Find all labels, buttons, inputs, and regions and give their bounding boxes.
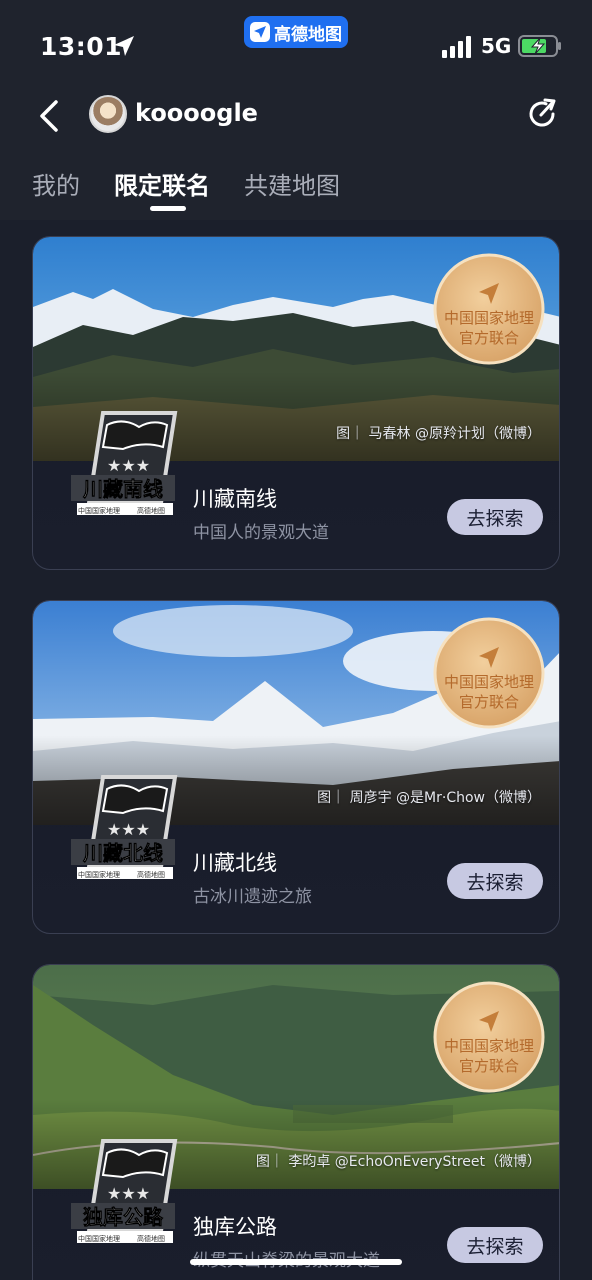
share-refresh-icon[interactable] <box>524 96 560 132</box>
seal-line-2: 官方联合 <box>459 1057 519 1075</box>
route-badge: ★★★ 独库公路 中国国家地理 高德地图 <box>71 1139 178 1243</box>
app-indicator-label: 高德地图 <box>274 24 342 45</box>
seal-line-2: 官方联合 <box>459 329 519 347</box>
route-subtitle: 古冰川遗迹之旅 <box>193 887 312 907</box>
seal-line-1: 中国国家地理 <box>444 673 534 691</box>
route-badge: ★★★ 川藏南线 中国国家地理 高德地图 <box>71 411 178 515</box>
badge-title: 独库公路 <box>83 1205 164 1229</box>
route-title: 独库公路 <box>193 1215 277 1239</box>
app-indicator-pill[interactable]: 高德地图 <box>244 16 348 48</box>
battery-charging-icon <box>518 35 561 57</box>
status-bar: 13:01 高德地图 5G <box>0 0 592 90</box>
badge-footer-right: 高德地图 <box>137 870 165 879</box>
national-geographic-seal: 中国国家地理 官方联合 <box>433 253 545 365</box>
status-time: 13:01 <box>40 32 123 61</box>
nav-bar: koooogle 我的 限定联名 共建地图 <box>0 90 592 220</box>
badge-title: 川藏北线 <box>82 841 163 865</box>
photo-credit: 图｜ 李昀卓 @EchoOnEveryStreet（微博） <box>255 1154 541 1170</box>
badge-footer-right: 高德地图 <box>137 1234 165 1243</box>
route-badge: ★★★ 川藏北线 中国国家地理 高德地图 <box>71 775 178 879</box>
chevron-left-icon[interactable] <box>36 98 64 134</box>
amap-logo-icon <box>250 22 270 42</box>
username: koooogle <box>135 99 258 127</box>
active-tab-indicator <box>150 206 186 211</box>
home-indicator[interactable] <box>190 1259 402 1265</box>
national-geographic-seal: 中国国家地理 官方联合 <box>433 617 545 729</box>
national-geographic-seal: 中国国家地理 官方联合 <box>433 981 545 1093</box>
explore-button[interactable]: 去探索 <box>447 863 543 899</box>
network-type: 5G <box>481 34 512 58</box>
tab-mine[interactable]: 我的 <box>32 166 80 210</box>
tab-co-built-maps[interactable]: 共建地图 <box>244 166 340 210</box>
seal-line-2: 官方联合 <box>459 693 519 711</box>
tab-bar: 我的 限定联名 共建地图 <box>32 166 340 210</box>
route-title: 川藏南线 <box>193 487 277 511</box>
photo-credit: 图｜ 周彦宇 @是Mr·Chow（微博） <box>317 790 541 806</box>
seal-line-1: 中国国家地理 <box>444 1037 534 1055</box>
seal-line-1: 中国国家地理 <box>444 309 534 327</box>
badge-footer-right: 高德地图 <box>137 506 165 515</box>
badge-footer-left: 中国国家地理 <box>78 506 120 515</box>
badge-footer-left: 中国国家地理 <box>78 1234 120 1243</box>
location-arrow-icon <box>114 36 134 56</box>
photo-credit: 图｜ 马春林 @原羚计划（微博） <box>336 426 541 442</box>
route-card-sichuan-tibet-south[interactable]: 中国国家地理 官方联合 图｜ 马春林 @原羚计划（微博） ★★★ 川藏南线 中国… <box>32 236 560 570</box>
svg-text:★★★: ★★★ <box>107 820 150 839</box>
cellular-signal-icon <box>442 36 471 58</box>
badge-footer-left: 中国国家地理 <box>78 870 120 879</box>
route-subtitle: 中国人的景观大道 <box>193 523 329 543</box>
svg-text:★★★: ★★★ <box>107 456 150 475</box>
route-card-duku-highway[interactable]: 中国国家地理 官方联合 图｜ 李昀卓 @EchoOnEveryStreet（微博… <box>32 964 560 1280</box>
route-card-sichuan-tibet-north[interactable]: 中国国家地理 官方联合 图｜ 周彦宇 @是Mr·Chow（微博） ★★★ 川藏北… <box>32 600 560 934</box>
avatar[interactable] <box>89 95 127 133</box>
route-title: 川藏北线 <box>193 851 277 875</box>
badge-title: 川藏南线 <box>82 477 163 501</box>
svg-text:★★★: ★★★ <box>107 1184 150 1203</box>
explore-button[interactable]: 去探索 <box>447 499 543 535</box>
tab-limited-collab[interactable]: 限定联名 <box>114 166 210 210</box>
explore-button[interactable]: 去探索 <box>447 1227 543 1263</box>
